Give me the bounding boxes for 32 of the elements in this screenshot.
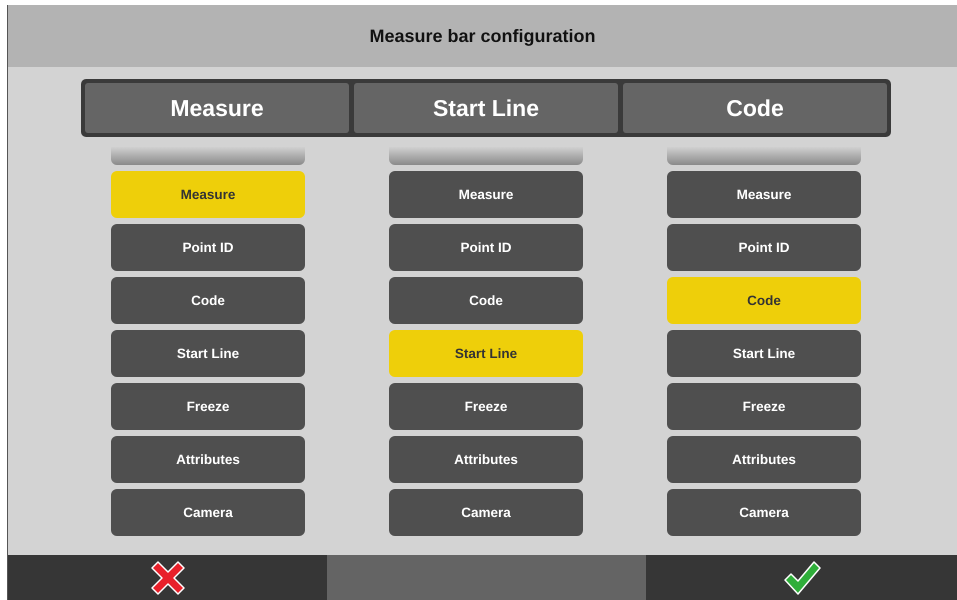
option-button[interactable]: Point ID bbox=[389, 224, 583, 271]
option-button[interactable]: Attributes bbox=[111, 436, 305, 483]
option-button[interactable]: Point ID bbox=[111, 224, 305, 271]
close-icon bbox=[150, 560, 186, 596]
option-button[interactable]: Measure bbox=[667, 171, 861, 218]
slot-button[interactable]: Code bbox=[623, 83, 887, 133]
option-button[interactable]: Code bbox=[667, 277, 861, 324]
option-button[interactable]: Camera bbox=[111, 489, 305, 536]
slot-button[interactable]: Measure bbox=[85, 83, 349, 133]
option-button[interactable]: Code bbox=[389, 277, 583, 324]
option-button[interactable]: Start Line bbox=[111, 330, 305, 377]
option-button[interactable]: Attributes bbox=[667, 436, 861, 483]
option-button[interactable]: Measure bbox=[111, 171, 305, 218]
option-button[interactable]: Point ID bbox=[667, 224, 861, 271]
option-button[interactable]: Freeze bbox=[389, 383, 583, 430]
option-button[interactable]: Camera bbox=[389, 489, 583, 536]
cancel-button[interactable] bbox=[8, 555, 327, 600]
option-button[interactable]: Freeze bbox=[667, 383, 861, 430]
option-button[interactable]: Start Line bbox=[389, 330, 583, 377]
confirm-button[interactable] bbox=[646, 555, 957, 600]
scroll-handle[interactable] bbox=[111, 147, 305, 165]
scroll-handle[interactable] bbox=[389, 147, 583, 165]
scroll-handle[interactable] bbox=[667, 147, 861, 165]
option-button[interactable]: Camera bbox=[667, 489, 861, 536]
option-button[interactable]: Start Line bbox=[667, 330, 861, 377]
check-icon bbox=[782, 560, 820, 596]
option-button[interactable]: Freeze bbox=[111, 383, 305, 430]
window-title: Measure bar configuration bbox=[369, 26, 596, 46]
slot-button[interactable]: Start Line bbox=[354, 83, 618, 133]
option-button[interactable]: Attributes bbox=[389, 436, 583, 483]
option-button[interactable]: Measure bbox=[389, 171, 583, 218]
option-button[interactable]: Code bbox=[111, 277, 305, 324]
